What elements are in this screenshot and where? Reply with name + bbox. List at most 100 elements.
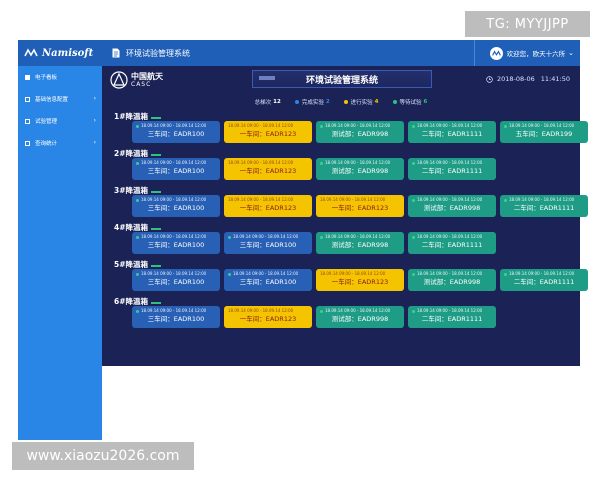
status-dot-icon bbox=[412, 272, 415, 276]
chamber-row: 5#降温箱 18.09.14 09:00 - 18.09.14 12:00 三车间：… bbox=[102, 258, 588, 295]
task-name: 五车间：EADR199 bbox=[515, 130, 573, 138]
task-time-text: 18.09.14 09:00 - 18.09.14 12:00 bbox=[320, 197, 386, 202]
task-card[interactable]: 18.09.14 09:00 - 18.09.14 12:00 二车间：EADR1… bbox=[408, 232, 496, 254]
chamber-indicator bbox=[151, 302, 162, 304]
sidebar-item[interactable]: 基础信息配置 › bbox=[18, 88, 102, 110]
sidebar-item[interactable]: 试验管理 › bbox=[18, 110, 102, 132]
task-time: 18.09.14 09:00 - 18.09.14 12:00 bbox=[320, 197, 400, 203]
status-dot-icon bbox=[392, 100, 397, 104]
chevron-right-icon: › bbox=[93, 139, 96, 146]
menu-item-icon bbox=[25, 74, 30, 80]
status-dot-icon bbox=[136, 124, 139, 128]
task-time-text: 18.09.14 09:00 - 18.09.14 12:00 bbox=[325, 123, 391, 128]
task-card[interactable]: 18.09.14 09:00 - 18.09.14 12:00 一车间：EADR1… bbox=[224, 158, 312, 180]
summary-label: 总梯次 bbox=[254, 100, 272, 106]
status-dot-icon bbox=[228, 235, 231, 239]
menu-item-icon bbox=[25, 140, 30, 146]
task-card[interactable]: 18.09.14 09:00 - 18.09.14 12:00 三车间：EADR1… bbox=[132, 306, 220, 328]
task-card[interactable]: 18.09.14 09:00 - 18.09.14 12:00 三车间：EADR1… bbox=[132, 269, 220, 291]
task-time: 18.09.14 09:00 - 18.09.14 12:00 bbox=[412, 308, 492, 314]
status-dot-icon bbox=[504, 272, 507, 276]
chamber-row: 2#降温箱 18.09.14 09:00 - 18.09.14 12:00 三车间：… bbox=[102, 147, 580, 184]
task-card[interactable]: 18.09.14 09:00 - 18.09.14 12:00 三车间：EADR1… bbox=[132, 121, 220, 143]
menu-item-icon bbox=[25, 96, 30, 102]
task-name: 测试部：EADR998 bbox=[423, 278, 481, 286]
status-dot-icon bbox=[136, 235, 139, 239]
brand[interactable]: Namisoft bbox=[18, 40, 106, 66]
task-cards: 18.09.14 09:00 - 18.09.14 12:00 三车间：EADR1… bbox=[132, 232, 496, 254]
task-card[interactable]: 18.09.14 09:00 - 18.09.14 12:00 一车间：EADR1… bbox=[224, 121, 312, 143]
task-time: 18.09.14 09:00 - 18.09.14 12:00 bbox=[228, 197, 308, 203]
summary-label: 进行实验 bbox=[350, 100, 373, 106]
task-cards: 18.09.14 09:00 - 18.09.14 12:00 三车间：EADR1… bbox=[132, 269, 588, 291]
task-cards: 18.09.14 09:00 - 18.09.14 12:00 三车间：EADR1… bbox=[132, 121, 588, 143]
task-name: 二车间：EADR1111 bbox=[421, 130, 483, 138]
status-dot-icon bbox=[343, 100, 348, 104]
task-card[interactable]: 18.09.14 09:00 - 18.09.14 12:00 二车间：EADR1… bbox=[500, 269, 588, 291]
logo-en: CASC bbox=[131, 81, 152, 88]
clock-icon bbox=[486, 75, 493, 83]
task-time-text: 18.09.14 09:00 - 18.09.14 12:00 bbox=[233, 271, 299, 276]
task-card[interactable]: 18.09.14 09:00 - 18.09.14 12:00 二车间：EADR1… bbox=[408, 306, 496, 328]
casc-logo-icon bbox=[110, 71, 128, 89]
summary-item: 完成实验 2 bbox=[294, 98, 330, 106]
task-card[interactable]: 18.09.14 09:00 - 18.09.14 12:00 三车间：EADR1… bbox=[224, 232, 312, 254]
task-card[interactable]: 18.09.14 09:00 - 18.09.14 12:00 测试部：EADR9… bbox=[316, 306, 404, 328]
task-card[interactable]: 18.09.14 09:00 - 18.09.14 12:00 三车间：EADR1… bbox=[224, 269, 312, 291]
status-dot-icon bbox=[136, 198, 139, 202]
chamber-row: 4#降温箱 18.09.14 09:00 - 18.09.14 12:00 三车间：… bbox=[102, 221, 580, 258]
task-time-text: 18.09.14 09:00 - 18.09.14 12:00 bbox=[228, 160, 294, 165]
task-card[interactable]: 18.09.14 09:00 - 18.09.14 12:00 三车间：EADR1… bbox=[132, 195, 220, 217]
namisoft-logo-icon bbox=[24, 48, 38, 57]
casc-text: 中国航天 CASC bbox=[131, 72, 163, 88]
task-card[interactable]: 18.09.14 09:00 - 18.09.14 12:00 三车间：EADR1… bbox=[132, 232, 220, 254]
task-card[interactable]: 18.09.14 09:00 - 18.09.14 12:00 二车间：EADR1… bbox=[408, 158, 496, 180]
status-dot-icon bbox=[412, 198, 415, 202]
task-card[interactable]: 18.09.14 09:00 - 18.09.14 12:00 测试部：EADR9… bbox=[316, 158, 404, 180]
sidebar-item[interactable]: 电子看板 bbox=[18, 66, 102, 88]
task-time: 18.09.14 09:00 - 18.09.14 12:00 bbox=[412, 123, 492, 129]
task-card[interactable]: 18.09.14 09:00 - 18.09.14 12:00 三车间：EADR1… bbox=[132, 158, 220, 180]
sidebar-item[interactable]: 查询统计 › bbox=[18, 132, 102, 154]
task-time-text: 18.09.14 09:00 - 18.09.14 12:00 bbox=[417, 123, 483, 128]
task-time-text: 18.09.14 09:00 - 18.09.14 12:00 bbox=[320, 271, 386, 276]
task-time: 18.09.14 09:00 - 18.09.14 12:00 bbox=[228, 271, 308, 277]
task-time: 18.09.14 09:00 - 18.09.14 12:00 bbox=[136, 160, 216, 166]
task-name: 三车间：EADR100 bbox=[147, 204, 205, 212]
task-time: 18.09.14 09:00 - 18.09.14 12:00 bbox=[136, 197, 216, 203]
status-dot-icon bbox=[136, 309, 139, 313]
task-card[interactable]: 18.09.14 09:00 - 18.09.14 12:00 一车间：EADR1… bbox=[316, 269, 404, 291]
task-name: 一车间：EADR123 bbox=[331, 278, 389, 286]
summary-count: 4 bbox=[374, 99, 379, 105]
task-name: 三车间：EADR100 bbox=[147, 315, 205, 323]
summary-count: 6 bbox=[423, 99, 428, 105]
status-dot-icon bbox=[412, 161, 415, 165]
task-card[interactable]: 18.09.14 09:00 - 18.09.14 12:00 一车间：EADR1… bbox=[316, 195, 404, 217]
task-name: 一车间：EADR123 bbox=[331, 204, 389, 212]
task-card[interactable]: 18.09.14 09:00 - 18.09.14 12:00 测试部：EADR9… bbox=[408, 195, 496, 217]
sidebar-item-label: 试验管理 bbox=[35, 119, 58, 125]
task-card[interactable]: 18.09.14 09:00 - 18.09.14 12:00 测试部：EADR9… bbox=[316, 232, 404, 254]
task-name: 二车间：EADR1111 bbox=[421, 167, 483, 175]
summary-label: 完成实验 bbox=[301, 100, 324, 106]
task-time: 18.09.14 09:00 - 18.09.14 12:00 bbox=[228, 308, 308, 314]
title-tag bbox=[259, 76, 275, 80]
brand-name: Namisoft bbox=[42, 47, 94, 59]
summary-bar: 总梯次 12 完成实验 2 进行实验 4 等待试验 6 bbox=[102, 96, 580, 108]
task-card[interactable]: 18.09.14 09:00 - 18.09.14 12:00 五车间：EADR1… bbox=[500, 121, 588, 143]
task-card[interactable]: 18.09.14 09:00 - 18.09.14 12:00 一车间：EADR1… bbox=[224, 306, 312, 328]
task-time-text: 18.09.14 09:00 - 18.09.14 12:00 bbox=[141, 234, 207, 239]
task-card[interactable]: 18.09.14 09:00 - 18.09.14 12:00 一车间：EADR1… bbox=[224, 195, 312, 217]
task-card[interactable]: 18.09.14 09:00 - 18.09.14 12:00 测试部：EADR9… bbox=[408, 269, 496, 291]
chevron-down-icon[interactable]: ⌄ bbox=[568, 49, 574, 57]
task-time: 18.09.14 09:00 - 18.09.14 12:00 bbox=[412, 197, 492, 203]
user-menu[interactable]: 欢迎您，欧天十六所 ⌄ bbox=[489, 40, 574, 66]
page: Namisoft 环境试验管理系统 欢迎您，欧天十六所 ⌄ 电子看板 基础信息配置… bbox=[0, 0, 600, 480]
task-name: 测试部：EADR998 bbox=[331, 130, 389, 138]
summary-count: 2 bbox=[325, 99, 330, 105]
task-card[interactable]: 18.09.14 09:00 - 18.09.14 12:00 二车间：EADR1… bbox=[500, 195, 588, 217]
task-card[interactable]: 18.09.14 09:00 - 18.09.14 12:00 测试部：EADR9… bbox=[316, 121, 404, 143]
status-dot-icon bbox=[504, 198, 507, 202]
task-card[interactable]: 18.09.14 09:00 - 18.09.14 12:00 二车间：EADR1… bbox=[408, 121, 496, 143]
task-time-text: 18.09.14 09:00 - 18.09.14 12:00 bbox=[417, 197, 483, 202]
